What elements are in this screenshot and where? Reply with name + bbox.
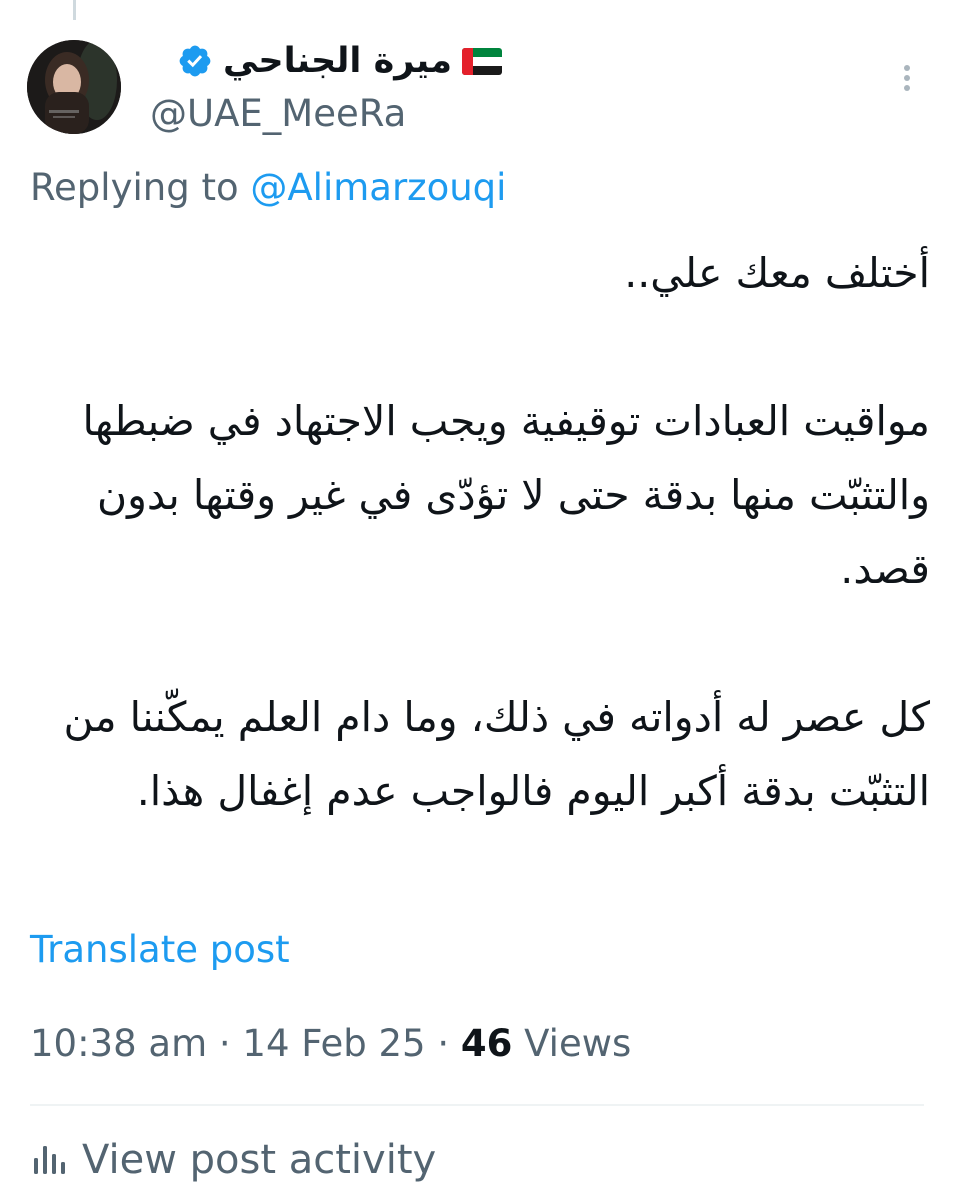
translate-post-link[interactable]: Translate post — [30, 928, 290, 971]
views-count: 46 — [460, 1022, 513, 1065]
replying-to-line: Replying to @Alimarzouqi — [30, 166, 506, 209]
views-label: Views — [512, 1022, 632, 1065]
thread-connector-line — [73, 0, 76, 20]
verified-badge-icon — [179, 45, 211, 77]
post-text: أختلف معك علي.. مواقيت العبادات توقيفية … — [60, 236, 930, 828]
author-handle[interactable]: @UAE_MeeRa — [150, 92, 406, 135]
post-time[interactable]: 10:38 am — [30, 1022, 207, 1065]
view-post-activity-button[interactable]: View post activity — [30, 1132, 436, 1188]
avatar-image — [27, 40, 121, 134]
more-options-icon[interactable] — [895, 60, 919, 96]
view-post-activity-label: View post activity — [82, 1137, 437, 1183]
meta-separator: · — [425, 1022, 461, 1065]
author-name-row[interactable]: ميرة الجناحي — [177, 36, 502, 86]
analytics-bars-icon — [34, 1146, 65, 1174]
post-paragraph: كل عصر له أدواته في ذلك، وما دام العلم ي… — [63, 693, 930, 815]
post-paragraph: أختلف معك علي.. — [624, 249, 930, 297]
reply-mention-link[interactable]: @Alimarzouqi — [250, 166, 506, 209]
author-display-name[interactable]: ميرة الجناحي — [223, 41, 452, 81]
replying-to-label: Replying to — [30, 166, 251, 209]
uae-flag-icon — [462, 47, 502, 75]
post-meta: 10:38 am · 14 Feb 25 · 46 Views — [30, 1022, 631, 1065]
meta-separator: · — [207, 1022, 243, 1065]
avatar[interactable] — [27, 40, 121, 134]
post-paragraph: مواقيت العبادات توقيفية ويجب الاجتهاد في… — [82, 397, 930, 593]
divider — [30, 1104, 924, 1106]
post-date[interactable]: 14 Feb 25 — [242, 1022, 425, 1065]
